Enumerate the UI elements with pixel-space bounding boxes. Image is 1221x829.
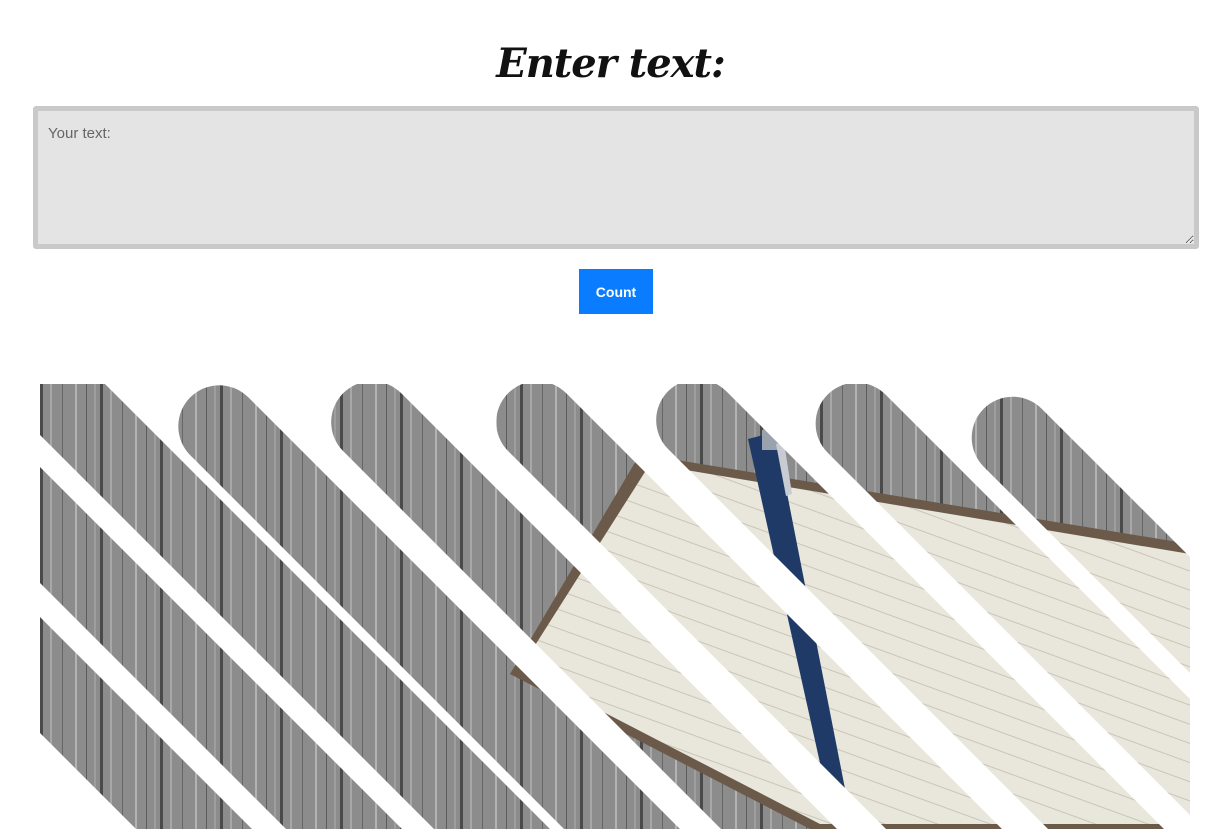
striped-image-svg: [40, 384, 1190, 829]
text-input-container: [33, 106, 1199, 249]
notebook-pen-image: [40, 384, 1190, 829]
page-title: Enter text:: [496, 40, 726, 87]
count-button[interactable]: Count: [579, 269, 653, 314]
text-input[interactable]: [33, 106, 1199, 249]
page: Enter text: Count: [0, 0, 1221, 829]
